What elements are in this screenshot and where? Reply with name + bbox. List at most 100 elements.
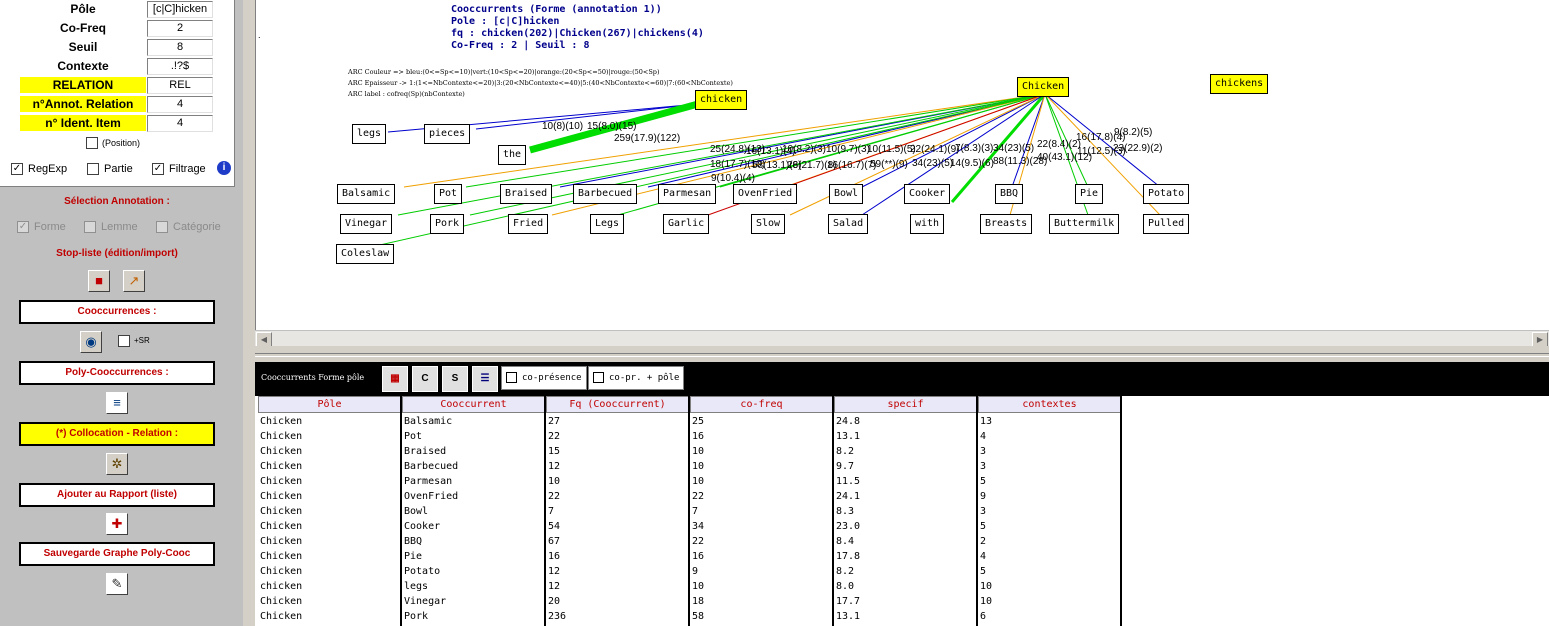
table-cell[interactable]: 6 (980, 609, 986, 624)
node-Pork[interactable]: Pork (430, 214, 465, 234)
table-cell[interactable]: legs (404, 579, 428, 594)
table-cell[interactable]: 17.8 (836, 549, 860, 564)
table-cell[interactable]: Pot (404, 429, 422, 444)
node-with[interactable]: with (910, 214, 945, 234)
table-cell[interactable]: 2 (980, 534, 986, 549)
table-cell[interactable]: BBQ (404, 534, 422, 549)
panel-splitter[interactable] (255, 346, 1549, 362)
node-Bowl[interactable]: Bowl (829, 184, 864, 204)
collocation-button[interactable]: (*) Collocation - Relation : (19, 422, 215, 446)
table-cell[interactable]: 22 (692, 534, 704, 549)
table-cell[interactable]: Chicken (260, 444, 302, 459)
table-cell[interactable]: 22 (692, 489, 704, 504)
node-pieces[interactable]: pieces (424, 124, 471, 144)
node-Vinegar[interactable]: Vinegar (340, 214, 393, 234)
ajouter-rapport-button[interactable]: Ajouter au Rapport (liste) (19, 483, 215, 507)
table-cell[interactable]: Chicken (260, 414, 302, 429)
node-the[interactable]: the (498, 145, 527, 165)
node-Cooker[interactable]: Cooker (904, 184, 951, 204)
table-cell[interactable]: 27 (548, 414, 560, 429)
table-cell[interactable]: 10 (692, 579, 704, 594)
table-cell[interactable]: chicken (260, 579, 302, 594)
table-cell[interactable]: 11.5 (836, 474, 860, 489)
table-cell[interactable]: 12 (548, 459, 560, 474)
table-cell[interactable]: 8.4 (836, 534, 854, 549)
table-cell[interactable]: 9 (692, 564, 698, 579)
node-Braised[interactable]: Braised (500, 184, 553, 204)
table-cell[interactable]: 9 (980, 489, 986, 504)
table-cell[interactable]: Vinegar (404, 594, 446, 609)
export-s-icon[interactable]: S (442, 366, 468, 392)
table-cell[interactable]: 5 (980, 564, 986, 579)
table-cell[interactable]: 54 (548, 519, 560, 534)
table-cell[interactable]: 67 (548, 534, 560, 549)
node-Barbecued[interactable]: Barbecued (573, 184, 638, 204)
copresence-toggle[interactable]: co-présence (501, 366, 587, 390)
table-cell[interactable]: 16 (692, 549, 704, 564)
node-chickens[interactable]: chickens (1210, 74, 1269, 94)
table-cell[interactable]: 7 (692, 504, 698, 519)
table-cell[interactable]: Chicken (260, 564, 302, 579)
table-cell[interactable]: 20 (548, 594, 560, 609)
col-header-contextes[interactable]: contextes (978, 396, 1122, 413)
node-BBQ[interactable]: BBQ (995, 184, 1024, 204)
table-cell[interactable]: 5 (980, 519, 986, 534)
table-cell[interactable]: 13 (980, 414, 992, 429)
node-Fried[interactable]: Fried (508, 214, 549, 234)
node-Buttermilk[interactable]: Buttermilk (1049, 214, 1120, 234)
table-cell[interactable]: Chicken (260, 534, 302, 549)
copresence-checkbox[interactable] (506, 372, 517, 383)
table-cell[interactable]: Chicken (260, 459, 302, 474)
table-cell[interactable]: 24.1 (836, 489, 860, 504)
table-cell[interactable]: 23.0 (836, 519, 860, 534)
node-Potato[interactable]: Potato (1143, 184, 1190, 204)
export-c-icon[interactable]: C (412, 366, 438, 392)
network-icon[interactable]: ✲ (106, 453, 128, 475)
table-cell[interactable]: Chicken (260, 504, 302, 519)
table-cell[interactable]: 25 (692, 414, 704, 429)
table-cell[interactable]: 3 (980, 504, 986, 519)
table-cell[interactable]: Chicken (260, 549, 302, 564)
node-Parmesan[interactable]: Parmesan (658, 184, 717, 204)
table-cell[interactable]: Potato (404, 564, 440, 579)
table-cell[interactable]: 12 (548, 564, 560, 579)
node-legs[interactable]: legs (352, 124, 387, 144)
table-cell[interactable]: 10 (980, 579, 992, 594)
node-Chicken[interactable]: Chicken (1017, 77, 1070, 97)
table-cell[interactable]: 22 (548, 429, 560, 444)
node-Coleslaw[interactable]: Coleslaw (336, 244, 395, 264)
table-cell[interactable]: Barbecued (404, 459, 458, 474)
node-Pie[interactable]: Pie (1075, 184, 1104, 204)
table-cell[interactable]: 12 (548, 579, 560, 594)
table-cell[interactable]: 5 (980, 474, 986, 489)
table-cell[interactable]: 9.7 (836, 459, 854, 474)
table-cell[interactable]: 8.2 (836, 564, 854, 579)
table-cell[interactable]: 34 (692, 519, 704, 534)
tree-icon[interactable]: ≡ (106, 392, 128, 414)
table-cell[interactable]: 8.3 (836, 504, 854, 519)
table-cell[interactable]: 8.2 (836, 444, 854, 459)
col-header-cooccurrent[interactable]: Cooccurrent (402, 396, 546, 413)
table-cell[interactable]: Braised (404, 444, 446, 459)
col-header-cofreq[interactable]: co-freq (690, 396, 834, 413)
poly-cooc-button[interactable]: Poly-Cooccurrences : (19, 361, 215, 385)
copr-pole-toggle[interactable]: co-pr. + pôle (588, 366, 685, 390)
table-cell[interactable]: 10 (692, 444, 704, 459)
table-cell[interactable]: 8.0 (836, 579, 854, 594)
table-cell[interactable]: 16 (548, 549, 560, 564)
table-cell[interactable]: OvenFried (404, 489, 458, 504)
table-cell[interactable]: 7 (548, 504, 554, 519)
node-Balsamic[interactable]: Balsamic (337, 184, 396, 204)
table-cell[interactable]: 3 (980, 444, 986, 459)
save-graph-icon[interactable]: ✎ (106, 573, 128, 595)
table-cell[interactable]: Pie (404, 549, 422, 564)
table-cell[interactable]: 24.8 (836, 414, 860, 429)
table-cell[interactable]: 13.1 (836, 609, 860, 624)
copr-pole-checkbox[interactable] (593, 372, 604, 383)
node-Legs[interactable]: Legs (590, 214, 625, 234)
chart-icon[interactable]: ▦ (382, 366, 408, 392)
table-cell[interactable]: Pork (404, 609, 428, 624)
table-cell[interactable]: 13.1 (836, 429, 860, 444)
table-cell[interactable]: Chicken (260, 474, 302, 489)
table-cell[interactable]: 3 (980, 459, 986, 474)
